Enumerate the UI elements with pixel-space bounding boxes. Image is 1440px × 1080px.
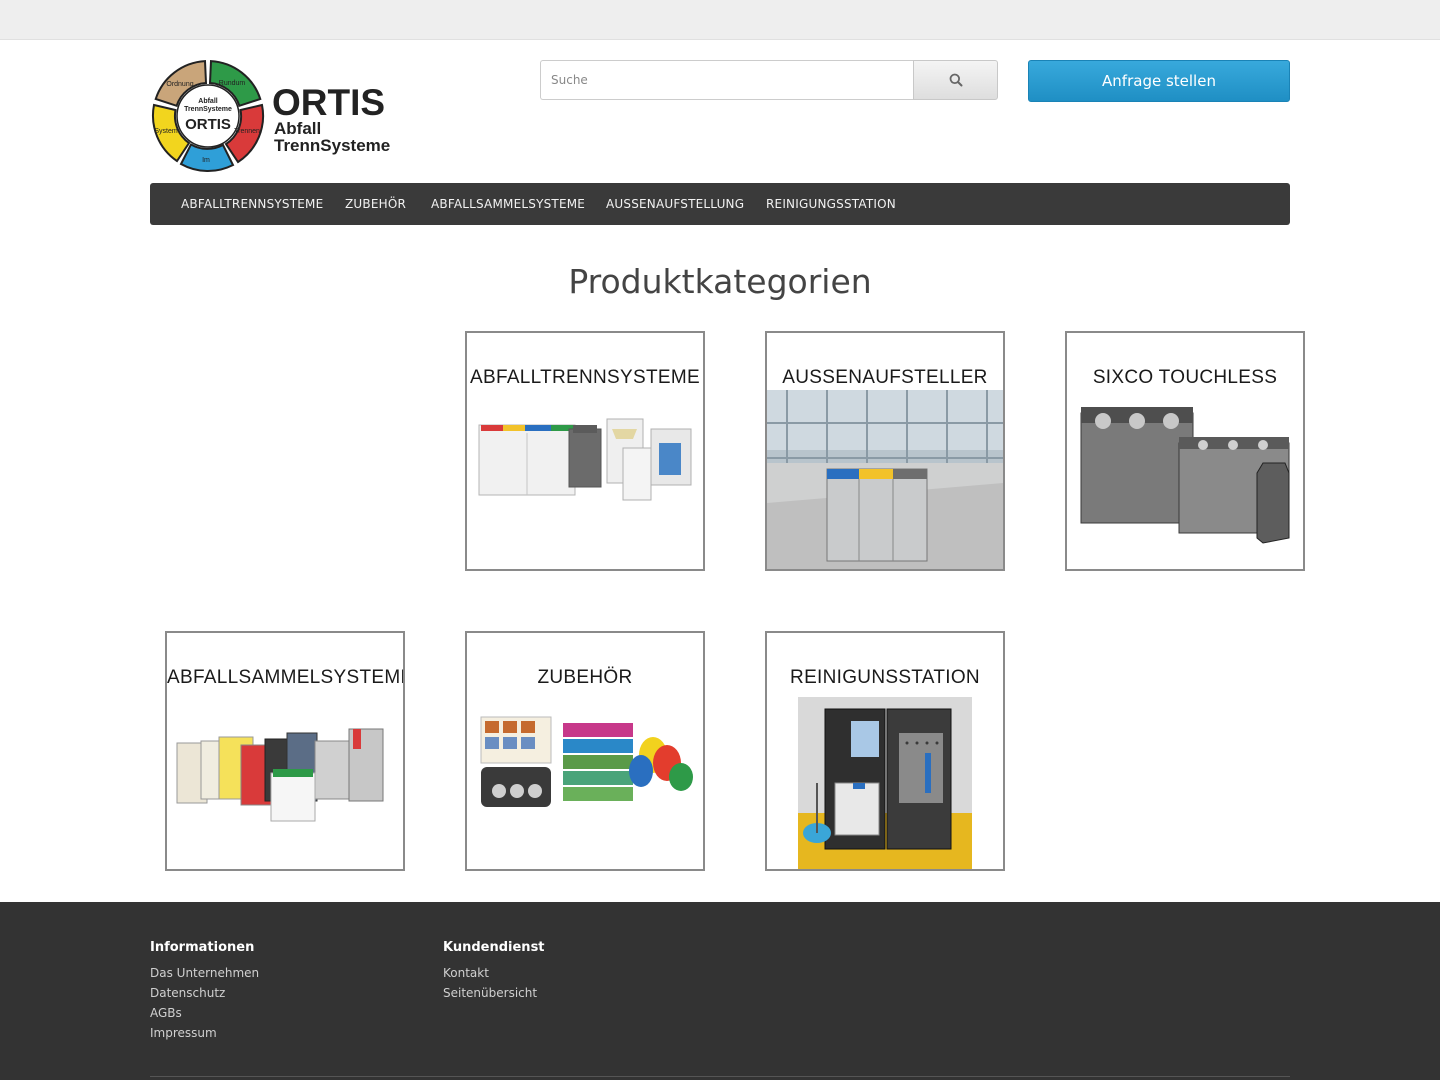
logo-ring-label: Trennen xyxy=(234,128,260,135)
search-input[interactable] xyxy=(540,60,914,100)
logo-brand: ORTIS xyxy=(272,82,386,123)
category-tile-zubehoer[interactable]: ZUBEHÖR xyxy=(465,631,705,871)
nav-item-aussenaufstellung[interactable]: AUSSENAUFSTELLUNG xyxy=(606,183,744,225)
category-tile-reinigunsstation[interactable]: REINIGUNSSTATION xyxy=(765,631,1005,871)
request-quote-button[interactable]: Anfrage stellen xyxy=(1028,60,1290,102)
logo-center-brand: ORTIS xyxy=(185,116,231,133)
footer-link-impressum[interactable]: Impressum xyxy=(150,1023,259,1043)
page-title: Produktkategorien xyxy=(568,262,872,301)
footer-divider xyxy=(150,1076,1290,1077)
search-button[interactable] xyxy=(913,60,998,100)
footer-link-agbs[interactable]: AGBs xyxy=(150,1003,259,1023)
logo-ring-label: System xyxy=(154,128,178,135)
footer-heading: Kundendienst xyxy=(443,940,545,955)
logo-center-top: Abfall xyxy=(198,98,218,105)
category-label: ZUBEHÖR xyxy=(537,667,633,688)
category-tile-aussenaufsteller[interactable]: AUSSENAUFSTELLER xyxy=(765,331,1005,571)
category-label: ABFALLSAMMELSYSTEME xyxy=(167,667,405,688)
category-tile-sixco-touchless[interactable]: SIXCO TOUCHLESS xyxy=(1065,331,1305,571)
category-label: SIXCO TOUCHLESS xyxy=(1092,367,1278,388)
footer-link-kontakt[interactable]: Kontakt xyxy=(443,963,545,983)
footer-link-unternehmen[interactable]: Das Unternehmen xyxy=(150,963,259,983)
logo-center-mid: TrennSysteme xyxy=(184,106,232,113)
category-label: REINIGUNSSTATION xyxy=(790,667,980,688)
category-label: AUSSENAUFSTELLER xyxy=(782,367,988,388)
nav-item-abfalltrennsysteme[interactable]: ABFALLTRENNSYSTEME xyxy=(181,183,323,225)
footer-link-datenschutz[interactable]: Datenschutz xyxy=(150,983,259,1003)
top-utility-bar xyxy=(0,0,1440,40)
site-logo[interactable]: Abfall TrennSysteme ORTIS Ordnung Rundum… xyxy=(150,58,400,176)
footer-link-sitemap[interactable]: Seitenübersicht xyxy=(443,983,545,1003)
footer-information-column: Informationen Das Unternehmen Datenschut… xyxy=(150,940,259,1043)
site-footer: Informationen Das Unternehmen Datenschut… xyxy=(0,902,1440,1080)
logo-sub-line-1: Abfall xyxy=(274,119,322,138)
logo-ring-label: Rundum xyxy=(219,80,246,87)
nav-item-zubehoer[interactable]: ZUBEHÖR xyxy=(345,183,406,225)
logo-sub-line-2: TrennSysteme xyxy=(274,136,391,155)
category-tile-abfallsammelsysteme[interactable]: ABFALLSAMMELSYSTEME xyxy=(165,631,405,871)
logo-ring-label: Im xyxy=(202,157,210,164)
category-label: ABFALLTRENNSYSTEME xyxy=(470,367,700,388)
category-tile-abfalltrennsysteme[interactable]: ABFALLTRENNSYSTEME xyxy=(465,331,705,571)
logo-ring-icon: Abfall TrennSysteme ORTIS Ordnung Rundum… xyxy=(151,60,265,173)
logo-ring-label: Ordnung xyxy=(166,81,193,88)
main-nav: ABFALLTRENNSYSTEME ZUBEHÖR ABFALLSAMMELS… xyxy=(150,183,1290,225)
footer-heading: Informationen xyxy=(150,940,255,955)
search-form xyxy=(540,60,998,100)
nav-item-abfallsammelsysteme[interactable]: ABFALLSAMMELSYSTEME xyxy=(431,183,585,225)
nav-item-reinigungsstation[interactable]: REINIGUNGSSTATION xyxy=(766,183,896,225)
footer-service-column: Kundendienst Kontakt Seitenübersicht xyxy=(443,940,545,1003)
search-icon xyxy=(949,73,962,87)
